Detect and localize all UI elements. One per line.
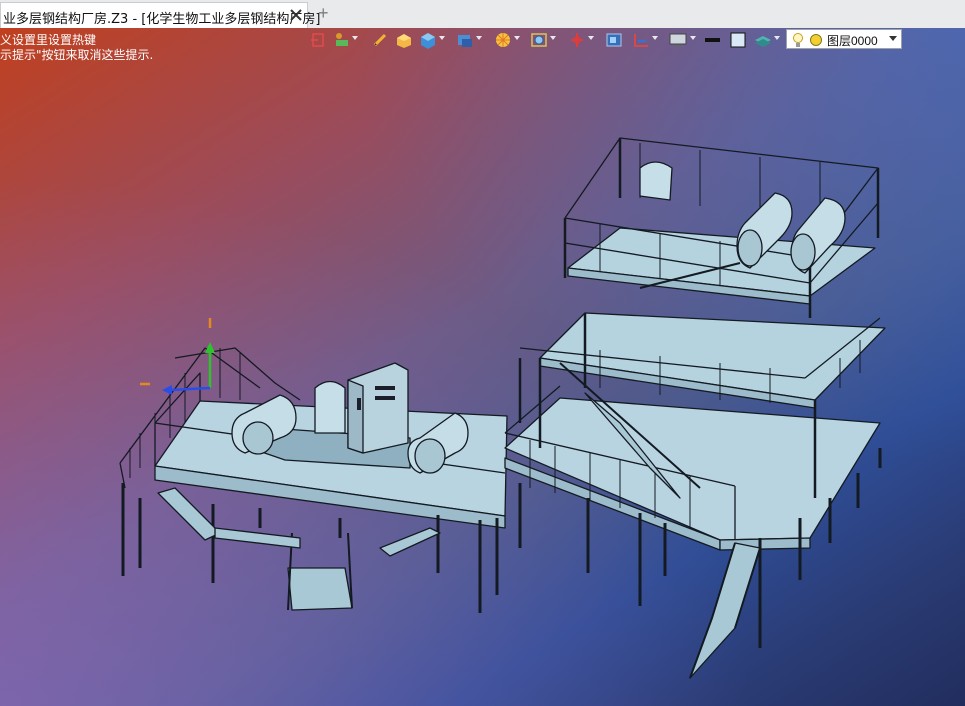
tab-bar: 业多层钢结构厂房.Z3 - [化学生物工业多层钢结构厂房] + bbox=[0, 0, 965, 29]
lightbulb-icon[interactable] bbox=[792, 32, 804, 48]
coordinate-triad bbox=[140, 318, 215, 395]
display-mode-icon[interactable] bbox=[456, 30, 474, 50]
exit-sketch-icon[interactable] bbox=[310, 30, 326, 50]
chevron-down-icon[interactable] bbox=[439, 36, 445, 40]
cube-view-icon[interactable] bbox=[419, 30, 437, 50]
document-tab-title: 业多层钢结构厂房.Z3 - [化学生物工业多层钢结构厂房] bbox=[3, 12, 321, 27]
chevron-down-icon[interactable] bbox=[352, 36, 358, 40]
layer-stack-icon[interactable] bbox=[754, 30, 772, 50]
fill-color-icon[interactable] bbox=[729, 30, 747, 50]
chevron-down-icon[interactable] bbox=[652, 36, 658, 40]
status-circle-icon bbox=[810, 34, 822, 46]
chevron-down-icon[interactable] bbox=[476, 36, 482, 40]
pencil-icon[interactable] bbox=[372, 30, 388, 50]
chevron-down-icon[interactable] bbox=[690, 36, 696, 40]
chevron-down-icon[interactable] bbox=[774, 36, 780, 40]
flag-filter-icon[interactable] bbox=[334, 30, 350, 50]
layer-selector[interactable]: 图层0000 bbox=[786, 29, 902, 49]
line-style-icon[interactable] bbox=[704, 30, 722, 50]
box-render-icon[interactable] bbox=[395, 30, 413, 50]
chevron-down-icon[interactable] bbox=[588, 36, 594, 40]
axis-align-icon[interactable] bbox=[632, 30, 650, 50]
rectangle-select-icon[interactable] bbox=[605, 30, 623, 50]
chevron-down-icon[interactable] bbox=[514, 36, 520, 40]
chevron-down-icon[interactable] bbox=[550, 36, 556, 40]
zoom-fit-icon[interactable] bbox=[530, 30, 548, 50]
3d-viewport[interactable]: 义设置里设置热键 示提示"按钮来取消这些提示. bbox=[0, 28, 965, 706]
monitor-icon[interactable] bbox=[668, 30, 688, 50]
plus-icon[interactable]: + bbox=[318, 4, 329, 22]
steel-factory-model bbox=[119, 137, 886, 679]
dropdown-arrow-icon[interactable] bbox=[889, 36, 897, 42]
document-tab[interactable]: 业多层钢结构厂房.Z3 - [化学生物工业多层钢结构厂房] bbox=[0, 2, 320, 28]
model-scene bbox=[119, 137, 886, 679]
color-wheel-icon[interactable] bbox=[494, 30, 512, 50]
layer-name: 图层0000 bbox=[827, 34, 878, 48]
right-lower-platform bbox=[504, 385, 882, 648]
axis-icon[interactable] bbox=[568, 30, 586, 50]
close-icon[interactable] bbox=[288, 7, 304, 23]
